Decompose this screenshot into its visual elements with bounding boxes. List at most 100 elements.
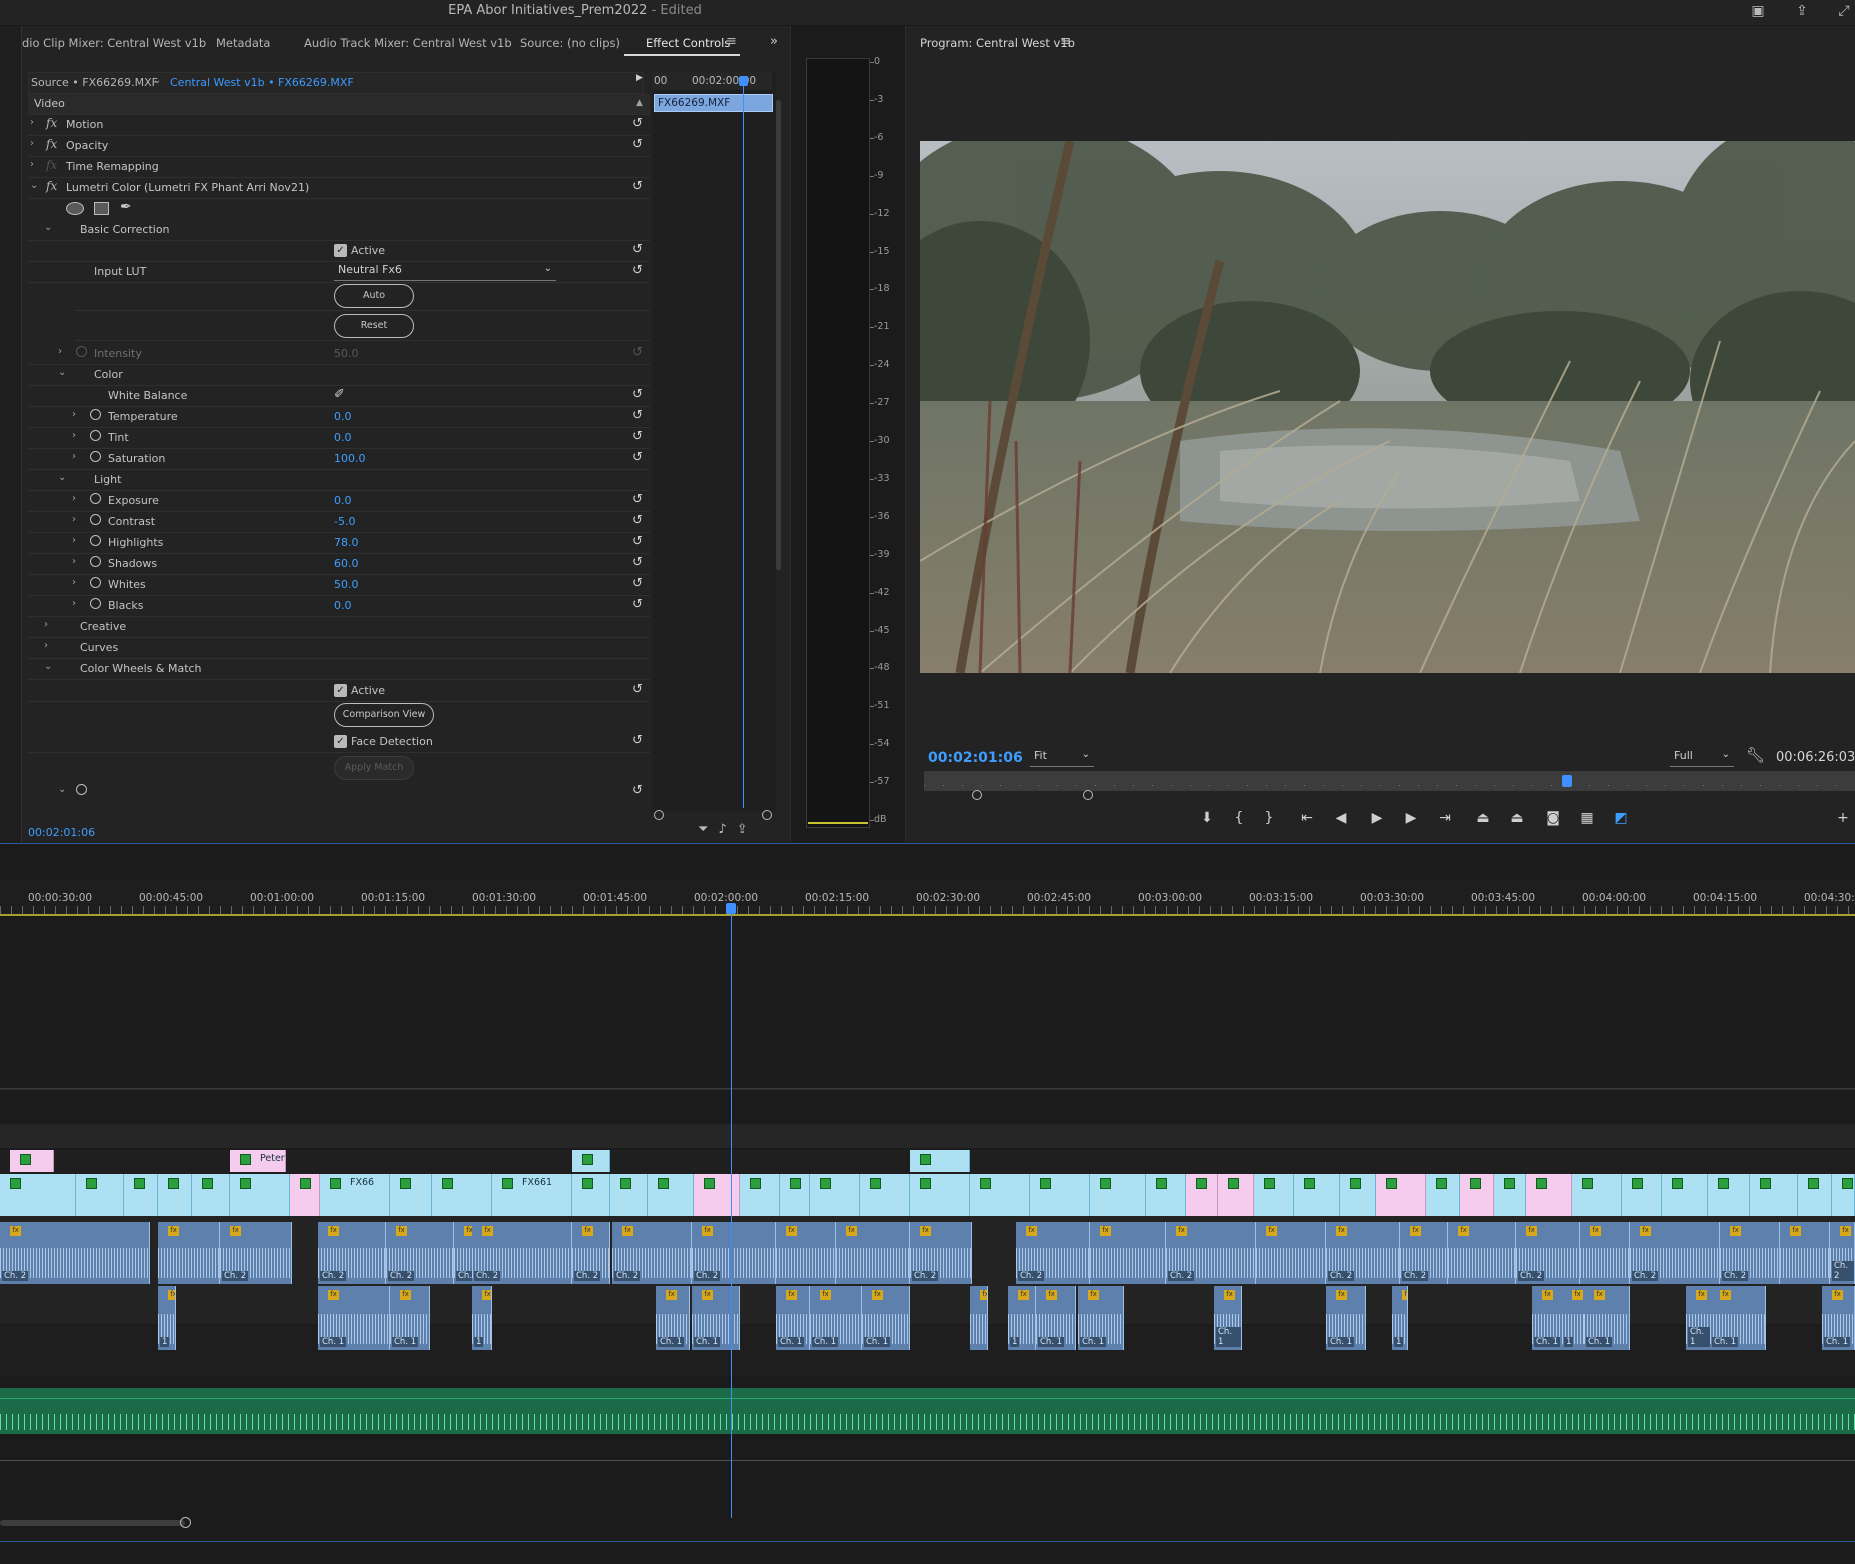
- comparison-view-button[interactable]: Comparison View: [334, 703, 434, 727]
- video-clip[interactable]: [1426, 1174, 1460, 1216]
- video-clip[interactable]: [1090, 1174, 1146, 1216]
- video-clip[interactable]: [1340, 1174, 1376, 1216]
- audio-clip[interactable]: fx 1: [1392, 1286, 1408, 1350]
- go-to-in-icon[interactable]: ⇤: [1296, 810, 1318, 826]
- reset-icon[interactable]: ↺: [632, 492, 643, 507]
- audio-clip[interactable]: fx Ch. 1: [776, 1286, 810, 1350]
- active2-checkbox[interactable]: ✓: [334, 684, 347, 697]
- stopwatch-icon[interactable]: [90, 514, 101, 525]
- chevron-right-icon[interactable]: ›: [72, 409, 76, 420]
- video-clip[interactable]: [1572, 1174, 1622, 1216]
- stopwatch-icon[interactable]: [90, 598, 101, 609]
- filter-icon[interactable]: ⏷: [698, 822, 718, 837]
- sequence-clip-label[interactable]: Central West v1b • FX66269.MXF: [170, 76, 354, 89]
- reset-icon[interactable]: ↺: [632, 733, 643, 748]
- video-clip[interactable]: [810, 1174, 860, 1216]
- chevron-right-icon[interactable]: ›: [72, 535, 76, 546]
- zoom-handle-left[interactable]: [972, 790, 982, 800]
- chevron-right-icon[interactable]: ›: [72, 598, 76, 609]
- video-clip[interactable]: [192, 1174, 230, 1216]
- stopwatch-icon[interactable]: [90, 535, 101, 546]
- compare-view-icon[interactable]: ▦: [1576, 810, 1598, 826]
- audio-clip[interactable]: fx: [1090, 1222, 1166, 1284]
- chevron-down-icon[interactable]: ⌄: [44, 222, 52, 233]
- chevron-down-icon[interactable]: ⌄: [153, 75, 161, 86]
- audio-clip[interactable]: fx Ch. 1: [390, 1286, 430, 1350]
- video-clip[interactable]: [76, 1174, 124, 1216]
- reset-icon[interactable]: ↺: [632, 242, 643, 257]
- audio-clip[interactable]: fx Ch. 1: [656, 1286, 690, 1350]
- effect-controls-scrollbar[interactable]: [776, 100, 781, 570]
- opacity-row[interactable]: › fx Opacity ↺: [28, 136, 650, 157]
- video-clip[interactable]: [860, 1174, 910, 1216]
- video-clip[interactable]: [290, 1174, 320, 1216]
- video-clip[interactable]: [1622, 1174, 1662, 1216]
- reset-icon[interactable]: ↺: [632, 179, 643, 194]
- tab-audio-track-mixer[interactable]: Audio Track Mixer: Central West v1b: [304, 36, 512, 50]
- reset-icon[interactable]: ↺: [632, 387, 643, 402]
- chevron-right-icon[interactable]: ›: [72, 493, 76, 504]
- tabs-overflow-icon[interactable]: »: [770, 34, 778, 49]
- video-clip[interactable]: [740, 1174, 780, 1216]
- reset-icon[interactable]: ↺: [632, 555, 643, 570]
- saturation-value[interactable]: 100.0: [334, 452, 366, 465]
- audio-clip[interactable]: fx: [776, 1222, 836, 1284]
- lift-icon[interactable]: ⏏︎: [1472, 810, 1494, 826]
- reset-icon[interactable]: ↺: [632, 576, 643, 591]
- extract-icon[interactable]: ⏏︎: [1506, 810, 1528, 826]
- playback-resolution-select[interactable]: Full ⌄: [1670, 749, 1734, 767]
- collapse-up-icon[interactable]: ▲: [636, 98, 643, 108]
- audio-clip[interactable]: fx Ch. 2: [572, 1222, 610, 1284]
- reset-icon[interactable]: ↺: [632, 783, 643, 798]
- audio-clip[interactable]: fx: [1256, 1222, 1326, 1284]
- temperature-value[interactable]: 0.0: [334, 410, 352, 423]
- fx-icon[interactable]: fx: [46, 116, 57, 130]
- fx-icon[interactable]: fx: [46, 179, 57, 193]
- chevron-down-icon[interactable]: ⌄: [58, 784, 66, 795]
- video-clip[interactable]: [10, 1150, 54, 1172]
- video-clip[interactable]: [1460, 1174, 1494, 1216]
- chevron-right-icon[interactable]: ›: [72, 430, 76, 441]
- light-group-row[interactable]: ⌄ Light: [28, 470, 650, 491]
- go-to-out-icon[interactable]: ⇥: [1434, 810, 1456, 826]
- chevron-right-icon[interactable]: ›: [72, 451, 76, 462]
- motion-row[interactable]: › fx Motion ↺: [28, 115, 650, 136]
- program-monitor-title[interactable]: Program: Central West v1b: [920, 36, 1075, 50]
- timeline-zoom-handle[interactable]: [180, 1517, 191, 1528]
- audio-clip[interactable]: fx Ch. 1: [318, 1286, 390, 1350]
- effect-controls-playhead-handle[interactable]: [739, 76, 748, 86]
- chevron-right-icon[interactable]: ›: [58, 346, 62, 357]
- audio-clip[interactable]: fx Ch. 1: [1822, 1286, 1855, 1350]
- video-clip[interactable]: [970, 1174, 1030, 1216]
- video-clip[interactable]: [432, 1174, 492, 1216]
- video-clip[interactable]: [1294, 1174, 1340, 1216]
- timeline-horizontal-scrollbar[interactable]: [0, 1520, 185, 1526]
- audio-clip[interactable]: fx Ch. 2: [1830, 1222, 1855, 1284]
- program-video-frame[interactable]: [920, 141, 1855, 673]
- effect-controls-playhead[interactable]: [743, 78, 744, 808]
- video-clip[interactable]: [572, 1174, 610, 1216]
- stopwatch-icon[interactable]: [90, 493, 101, 504]
- video-clip[interactable]: [1146, 1174, 1186, 1216]
- whites-value[interactable]: 50.0: [334, 578, 359, 591]
- mark-out-icon[interactable]: }: [1258, 810, 1280, 826]
- contrast-value[interactable]: -5.0: [334, 515, 355, 528]
- hamburger-menu-icon[interactable]: ≡: [1060, 34, 1071, 49]
- video-clip[interactable]: [1708, 1174, 1750, 1216]
- hamburger-menu-icon[interactable]: ≡: [726, 34, 737, 49]
- audio-clip[interactable]: fx Ch. 2: [318, 1222, 386, 1284]
- video-clip[interactable]: [1218, 1174, 1254, 1216]
- video-clip[interactable]: [910, 1150, 970, 1172]
- audio-clip[interactable]: fx Ch. 1: [1326, 1286, 1366, 1350]
- video-clip[interactable]: [1750, 1174, 1798, 1216]
- camera-icon[interactable]: ◙: [1542, 810, 1564, 826]
- stopwatch-icon[interactable]: [90, 430, 101, 441]
- color-wheels-row[interactable]: ⌄ Color Wheels & Match: [28, 659, 650, 680]
- reset-icon[interactable]: ↺: [632, 116, 643, 131]
- audio-clip[interactable]: fx Ch. 1: [692, 1286, 740, 1350]
- audio-clip[interactable]: fx: [970, 1286, 988, 1350]
- stopwatch-icon[interactable]: [90, 409, 101, 420]
- tab-metadata[interactable]: Metadata: [216, 36, 270, 50]
- audio-clip[interactable]: fx 1: [1008, 1286, 1036, 1350]
- music-volume-line[interactable]: [0, 1398, 1855, 1399]
